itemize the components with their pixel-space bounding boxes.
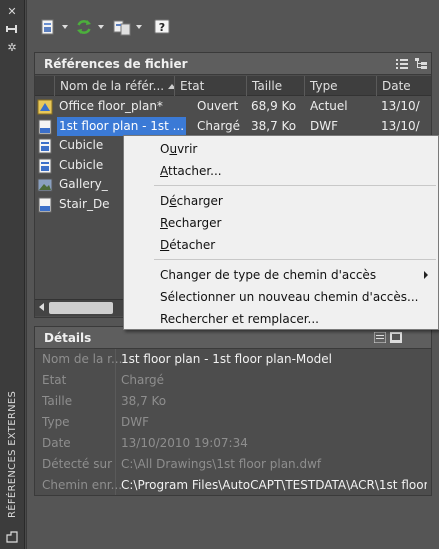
detail-value: Chargé bbox=[121, 373, 165, 387]
row-type: Actuel bbox=[310, 99, 348, 113]
path-type-icon bbox=[113, 20, 131, 36]
detail-label: Détecté sur bbox=[42, 457, 113, 471]
chevron-down-icon[interactable] bbox=[98, 25, 104, 29]
refresh-button[interactable] bbox=[75, 16, 104, 38]
refresh-icon bbox=[77, 20, 91, 34]
dwg-drawing-icon bbox=[37, 99, 53, 115]
attach-dwg-icon bbox=[41, 19, 54, 35]
chevron-down-icon[interactable] bbox=[62, 25, 68, 29]
detail-value: 1st floor plan - 1st floor plan-Model bbox=[121, 352, 332, 366]
detail-row-type: Type DWF bbox=[35, 412, 431, 433]
preview-icon[interactable] bbox=[390, 332, 402, 343]
detail-value: C:\All Drawings\1st floor plan.dwf bbox=[121, 457, 322, 471]
row-date: 13/10/ bbox=[381, 118, 420, 133]
menu-item-detach[interactable]: Détacher bbox=[125, 234, 437, 256]
table-row-selected[interactable]: 1st floor plan - 1st ... Chargé 38,7 Ko … bbox=[35, 116, 431, 137]
detail-label: Date bbox=[42, 436, 71, 450]
column-header-type[interactable]: Type bbox=[305, 76, 377, 96]
image-file-icon bbox=[37, 178, 53, 192]
detail-row-date: Date 13/10/2010 19:07:34 bbox=[35, 433, 431, 454]
close-palette-button[interactable]: ✕ bbox=[4, 5, 20, 19]
detail-value: 38,7 Ko bbox=[121, 394, 167, 408]
column-header-date[interactable]: Date bbox=[377, 76, 431, 96]
menu-item-attach[interactable]: Attacher... bbox=[125, 160, 437, 182]
dwg-file-icon bbox=[38, 158, 52, 173]
scroll-left-icon[interactable] bbox=[39, 303, 44, 311]
palette-menu-icon[interactable] bbox=[4, 530, 20, 544]
column-header-icon bbox=[35, 76, 55, 96]
details-panel: Détails Nom de la r... 1st floor plan - … bbox=[34, 326, 432, 496]
detail-label: Etat bbox=[42, 373, 67, 387]
row-name: Gallery_ bbox=[59, 177, 108, 191]
dwg-file-icon bbox=[38, 138, 52, 154]
menu-item-find-replace[interactable]: Rechercher et remplacer... bbox=[125, 308, 437, 330]
change-path-button[interactable] bbox=[113, 16, 142, 38]
row-type: DWF bbox=[310, 118, 339, 133]
help-icon: ? bbox=[154, 19, 170, 34]
detail-row-found-at: Détecté sur C:\All Drawings\1st floor pl… bbox=[35, 454, 431, 475]
row-date: 13/10/ bbox=[381, 99, 420, 113]
auto-hide-icon[interactable] bbox=[4, 23, 20, 37]
column-header-row: Nom de la référ... Etat Taille Type Date bbox=[35, 76, 431, 96]
detail-value: 13/10/2010 19:07:34 bbox=[121, 436, 248, 450]
saved-path-field[interactable]: C:\Program Files\AutoCAPT\TESTDATA\ACR\1… bbox=[121, 475, 427, 496]
toolbar: ? bbox=[27, 0, 439, 48]
row-size: 38,7 Ko bbox=[251, 118, 297, 133]
svg-text:?: ? bbox=[159, 21, 165, 34]
menu-item-unload[interactable]: Décharger bbox=[125, 190, 437, 212]
row-name: Cubicle bbox=[59, 138, 104, 152]
details-view-icon[interactable] bbox=[374, 332, 386, 343]
detail-row-name: Nom de la r... 1st floor plan - 1st floo… bbox=[35, 349, 431, 370]
list-view-icon[interactable] bbox=[396, 58, 408, 69]
dwf-file-icon bbox=[38, 197, 52, 212]
menu-item-change-path-type[interactable]: Changer de type de chemin d'accès bbox=[125, 264, 437, 286]
detail-row-state: Etat Chargé bbox=[35, 370, 431, 391]
row-name: Office floor_plan* bbox=[59, 99, 163, 113]
row-name: Cubicle bbox=[59, 157, 104, 172]
column-header-name[interactable]: Nom de la référ... bbox=[55, 76, 175, 96]
detail-label: Taille bbox=[42, 394, 73, 408]
detail-label: Type bbox=[42, 415, 70, 429]
properties-gear-icon[interactable]: ✲ bbox=[4, 41, 20, 55]
row-name: Stair_De bbox=[59, 196, 110, 211]
menu-separator bbox=[154, 185, 436, 186]
menu-item-open[interactable]: Ouvrir bbox=[125, 138, 437, 160]
menu-item-select-new-path[interactable]: Sélectionner un nouveau chemin d'accès..… bbox=[125, 286, 437, 308]
row-state: Ouvert bbox=[197, 99, 239, 113]
details-header: Détails bbox=[35, 327, 431, 349]
tree-view-icon[interactable] bbox=[415, 58, 427, 69]
help-button[interactable]: ? bbox=[153, 16, 171, 38]
dwf-file-icon bbox=[38, 119, 52, 134]
detail-row-size: Taille 38,7 Ko bbox=[35, 391, 431, 412]
file-references-header: Références de fichier bbox=[35, 53, 431, 75]
external-references-palette: ? Références de fichier Nom de la référ.… bbox=[26, 0, 439, 549]
submenu-arrow-icon bbox=[424, 271, 428, 279]
detail-label: Chemin enr... bbox=[42, 478, 122, 492]
detail-label: Nom de la r... bbox=[42, 352, 122, 366]
scrollbar-thumb[interactable] bbox=[49, 302, 113, 314]
palette-title-bar: ✕ ✲ RÉFÉRENCES EXTERNES bbox=[0, 0, 25, 549]
menu-separator bbox=[154, 259, 436, 260]
context-menu: Ouvrir Attacher... Décharger Recharger D… bbox=[123, 135, 439, 330]
row-state: Chargé bbox=[197, 118, 241, 133]
attach-dwg-button[interactable] bbox=[39, 16, 68, 38]
table-row[interactable]: Office floor_plan* Ouvert 68,9 Ko Actuel… bbox=[35, 97, 431, 117]
column-header-state[interactable]: Etat bbox=[175, 76, 247, 96]
column-header-size[interactable]: Taille bbox=[247, 76, 305, 96]
detail-value: DWF bbox=[121, 415, 150, 429]
row-name: 1st floor plan - 1st ... bbox=[57, 116, 187, 136]
sort-ascending-icon bbox=[168, 84, 174, 89]
chevron-down-icon[interactable] bbox=[136, 25, 142, 29]
row-size: 68,9 Ko bbox=[251, 99, 297, 113]
detail-row-saved-path[interactable]: Chemin enr... C:\Program Files\AutoCAPT\… bbox=[35, 475, 431, 496]
palette-title: RÉFÉRENCES EXTERNES bbox=[7, 390, 18, 518]
menu-item-reload[interactable]: Recharger bbox=[125, 212, 437, 234]
